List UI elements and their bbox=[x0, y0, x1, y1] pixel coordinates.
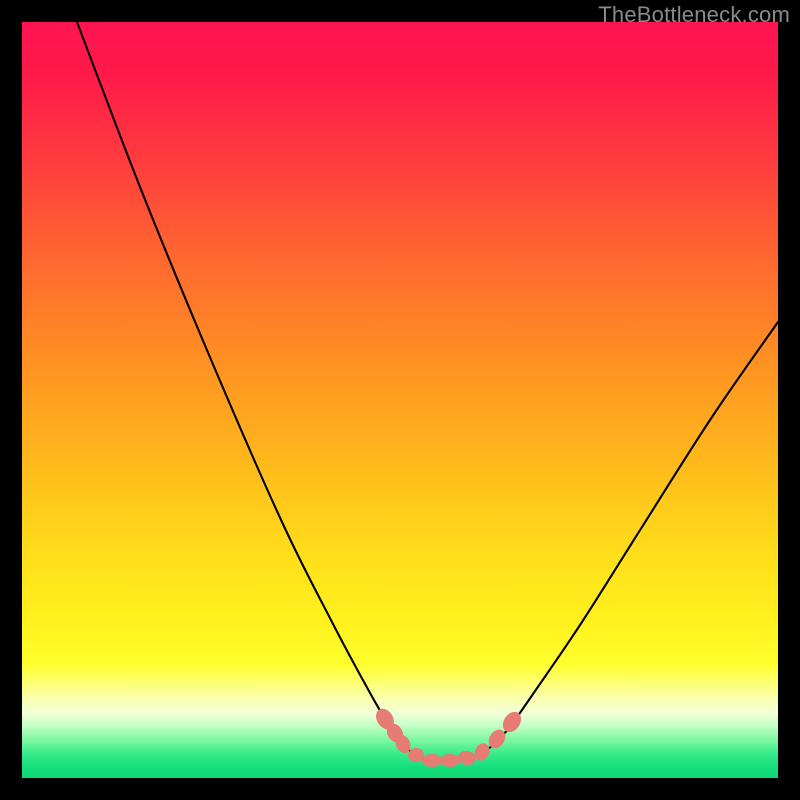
trough-markers bbox=[372, 705, 524, 767]
trough-marker bbox=[457, 750, 477, 767]
trough-marker bbox=[440, 754, 460, 767]
trough-marker bbox=[422, 754, 442, 767]
chart-frame: TheBottleneck.com bbox=[0, 0, 800, 800]
watermark-text: TheBottleneck.com bbox=[598, 2, 790, 28]
right-curve bbox=[442, 322, 778, 761]
plot-area bbox=[22, 22, 778, 778]
left-curve bbox=[77, 22, 442, 761]
curve-layer bbox=[22, 22, 778, 778]
